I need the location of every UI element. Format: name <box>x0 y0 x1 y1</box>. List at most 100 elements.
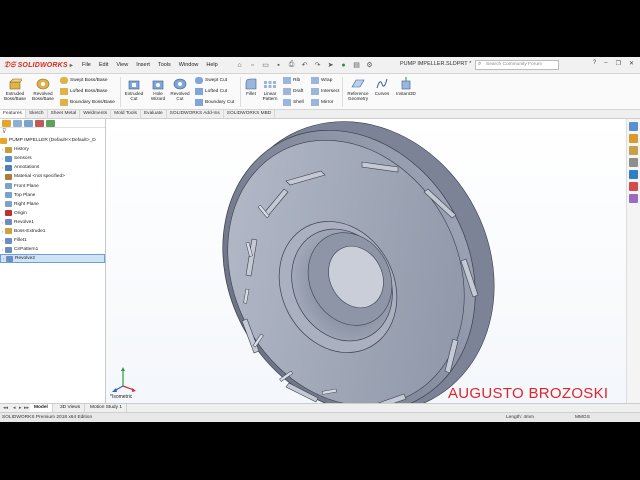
extruded-cut-button[interactable]: Extruded Cut <box>122 77 146 101</box>
property-manager-icon[interactable] <box>13 120 22 127</box>
tree-item[interactable]: Front Plane <box>0 181 105 190</box>
revolved-cut-button[interactable]: Revolved Cut <box>168 77 192 101</box>
home-icon[interactable]: ⌂ <box>234 59 245 71</box>
lofted-cut-button[interactable]: Lofted Cut <box>195 88 227 95</box>
search-input[interactable]: ⌕ Search Community Forum <box>475 60 559 70</box>
appearances-icon[interactable] <box>629 170 638 179</box>
forum-icon[interactable] <box>629 194 638 203</box>
new-document-icon[interactable]: ▫ <box>247 59 258 71</box>
wrap-button[interactable]: Wrap <box>311 77 332 84</box>
restore-icon[interactable]: ❐ <box>616 60 621 67</box>
boundary-cut-button[interactable]: Boundary Cut <box>195 99 234 106</box>
design-library-icon[interactable] <box>629 134 638 143</box>
tree-item[interactable]: Right Plane <box>0 200 105 209</box>
tree-item[interactable]: › Fillet1 <box>0 236 105 245</box>
swept-boss-button[interactable]: Swept Boss/Base <box>60 77 108 84</box>
linear-pattern-button[interactable]: Linear Pattern <box>260 77 280 101</box>
curves-button[interactable]: Curves <box>373 77 391 96</box>
menu-view[interactable]: View <box>112 60 132 70</box>
dimxpert-icon[interactable] <box>35 120 44 127</box>
tab-mold-tools[interactable]: Mold Tools <box>111 110 141 118</box>
prev-tab-arrow-icon[interactable]: ◂ <box>13 405 16 411</box>
print-icon[interactable]: ⎙ <box>286 59 297 71</box>
tree-root[interactable]: PUMP IMPELLER (Default<<Default>_D <box>0 136 105 145</box>
tab-evaluate[interactable]: Evaluate <box>141 110 167 118</box>
tab-solidworks-mbd[interactable]: SOLIDWORKS MBD <box>224 110 276 118</box>
next-tab-arrow-icon[interactable]: ▸ <box>19 405 22 411</box>
tree-item[interactable]: Top Plane <box>0 191 105 200</box>
tree-item[interactable]: Origin <box>0 209 105 218</box>
solidworks-logo[interactable]: 𝔇𝔖 SOLIDWORKS ▸ <box>4 60 73 70</box>
instant3d-button[interactable]: Instant3D <box>393 77 419 96</box>
resources-icon[interactable] <box>629 122 638 131</box>
draft-button[interactable]: Draft <box>283 88 303 95</box>
boundary-boss-button[interactable]: Boundary Boss/Base <box>60 99 115 106</box>
tree-item[interactable]: › Sensors <box>0 154 105 163</box>
menu-help[interactable]: Help <box>202 60 221 70</box>
minimize-icon[interactable]: – <box>604 60 607 67</box>
help-icon[interactable]: ? <box>593 60 596 67</box>
file-properties-icon[interactable]: ▤ <box>351 59 362 71</box>
tree-item-label: Sensors <box>14 156 32 162</box>
tree-item[interactable]: › Annotations <box>0 163 105 172</box>
select-icon[interactable]: ➤ <box>325 59 336 71</box>
filter-icon[interactable]: ⊽ <box>0 128 105 136</box>
close-icon[interactable]: ✕ <box>629 60 634 67</box>
graphics-area[interactable] <box>106 119 626 413</box>
tree-item[interactable]: › Revolve2 <box>0 254 105 264</box>
rebuild-icon[interactable]: ● <box>338 59 349 71</box>
menu-file[interactable]: File <box>78 60 95 70</box>
tree-item[interactable]: › History <box>0 145 105 154</box>
lofted-boss-button[interactable]: Lofted Boss/Base <box>60 88 108 95</box>
save-icon[interactable]: ▪ <box>273 59 284 71</box>
tree-item[interactable]: › Revolve1 <box>0 218 105 227</box>
menu-edit[interactable]: Edit <box>95 60 112 70</box>
last-tab-arrow-icon[interactable]: ▸▸ <box>24 405 29 411</box>
file-explorer-icon[interactable] <box>629 146 638 155</box>
hole-wizard-button[interactable]: Hole Wizard <box>147 77 169 101</box>
tab-sketch[interactable]: Sketch <box>26 110 48 118</box>
feature-tree-icon[interactable] <box>2 120 11 127</box>
tab-solidworks-add-ins[interactable]: SOLIDWORKS Add-Ins <box>167 110 224 118</box>
tree-item-label: Right Plane <box>14 201 39 207</box>
plane-icon <box>5 201 12 208</box>
fillet-button[interactable]: Fillet <box>243 77 259 96</box>
mirror-button[interactable]: Mirror <box>311 99 334 106</box>
first-tab-arrow-icon[interactable]: ◂◂ <box>3 405 8 411</box>
tab-features[interactable]: Features <box>0 110 26 118</box>
tree-item-label: Material <not specified> <box>14 174 65 180</box>
annotation-icon <box>5 164 12 171</box>
view-orientation-label: *Isometric <box>110 394 133 400</box>
status-edition: SOLIDWORKS Premium 2018 x64 Edition <box>2 415 93 420</box>
rib-icon <box>283 77 291 84</box>
menu-insert[interactable]: Insert <box>132 60 154 70</box>
menu-tools[interactable]: Tools <box>154 60 175 70</box>
redo-icon[interactable]: ↷ <box>312 59 323 71</box>
shell-button[interactable]: Shell <box>283 99 304 106</box>
intersect-button[interactable]: Intersect <box>311 88 339 95</box>
custom-properties-icon[interactable] <box>629 182 638 191</box>
view-palette-icon[interactable] <box>629 158 638 167</box>
feature-tree: › History › Sensors › Annotations Material <no… <box>0 145 105 264</box>
display-manager-icon[interactable] <box>46 120 55 127</box>
tree-item[interactable]: Material <not specified> <box>0 172 105 181</box>
extruded-cut-icon <box>128 80 140 90</box>
swept-cut-button[interactable]: Swept Cut <box>195 77 227 84</box>
extruded-boss-button[interactable]: Extruded Boss/Base <box>3 77 27 101</box>
tree-item[interactable]: › Boss-Extrude1 <box>0 227 105 236</box>
tab-weldments[interactable]: Weldments <box>80 110 112 118</box>
tab-sheet-metal[interactable]: Sheet Metal <box>48 110 81 118</box>
open-icon[interactable]: ▭ <box>260 59 271 71</box>
undo-icon[interactable]: ↶ <box>299 59 310 71</box>
revolved-boss-button[interactable]: Revolved Boss/Base <box>30 77 56 101</box>
rib-button[interactable]: Rib <box>283 77 300 84</box>
status-units[interactable]: MMGS <box>575 415 590 420</box>
configuration-manager-icon[interactable] <box>24 120 33 127</box>
menu-window[interactable]: Window <box>175 60 203 70</box>
reference-geometry-button[interactable]: Reference Geometry <box>344 77 372 101</box>
ds-logo-icon: 𝔇𝔖 <box>4 60 16 69</box>
title-bar: 𝔇𝔖 SOLIDWORKS ▸ File Edit View Insert To… <box>0 57 640 74</box>
options-icon[interactable]: ⚙ <box>364 59 375 71</box>
tree-item[interactable]: › CirPattern1 <box>0 245 105 254</box>
impeller-model[interactable] <box>106 119 626 413</box>
